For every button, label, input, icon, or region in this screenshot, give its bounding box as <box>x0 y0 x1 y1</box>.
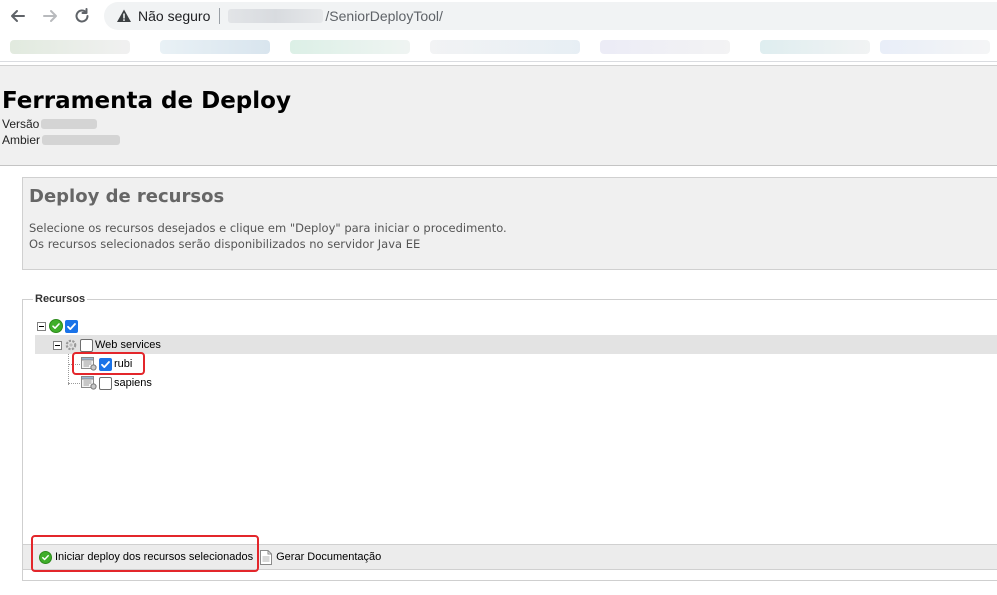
host-redacted <box>228 9 324 23</box>
deploy-info-panel: Deploy de recursos Selecione os recursos… <box>22 177 997 270</box>
resources-legend: Recursos <box>33 293 88 305</box>
version-label: Versão <box>2 117 40 131</box>
tree-node-root <box>37 317 78 335</box>
check-circle-icon <box>49 319 63 333</box>
browser-toolbar: Não seguro /SeniorDeployTool/ <box>0 0 997 32</box>
url-path[interactable]: /SeniorDeployTool/ <box>325 8 443 24</box>
security-status[interactable]: Não seguro <box>138 8 210 24</box>
tree-node-sapiens[interactable]: sapiens <box>81 374 152 392</box>
tree-guide <box>68 383 80 384</box>
arrow-right-icon <box>43 10 57 22</box>
gear-icon <box>65 339 77 351</box>
panel-description-line1: Selecione os recursos desejados e clique… <box>29 221 507 235</box>
document-icon <box>260 549 273 565</box>
version-redacted <box>41 119 98 129</box>
collapse-toggle[interactable] <box>53 340 62 350</box>
page-title: Ferramenta de Deploy <box>2 88 291 114</box>
bookmarks-bar <box>0 32 997 62</box>
bookmark-redacted[interactable] <box>10 40 130 54</box>
environment-label: Ambier <box>2 133 41 147</box>
back-button[interactable] <box>6 4 30 28</box>
bookmark-redacted[interactable] <box>430 40 580 54</box>
sapiens-label: sapiens <box>114 377 152 389</box>
bookmark-redacted[interactable] <box>160 40 270 54</box>
resources-fieldset: Recursos Web services rubi sapiens Inici… <box>22 293 997 581</box>
address-bar[interactable]: Não seguro /SeniorDeployTool/ <box>104 2 997 30</box>
web-service-icon <box>81 376 97 390</box>
generate-docs-label: Gerar Documentação <box>276 551 382 563</box>
reload-button[interactable] <box>70 4 94 28</box>
bookmark-redacted[interactable] <box>600 40 730 54</box>
panel-description-line2: Os recursos selecionados serão disponibi… <box>29 237 421 251</box>
deploy-button-highlight-annotation <box>31 535 259 572</box>
rubi-highlight-annotation <box>72 352 145 375</box>
tree-guide <box>68 352 69 385</box>
collapse-toggle[interactable] <box>37 321 46 331</box>
reload-icon <box>75 8 89 23</box>
address-separator <box>219 8 221 24</box>
environment-line: Ambier <box>2 133 121 147</box>
web-services-checkbox[interactable] <box>80 338 93 352</box>
tree-row-selected <box>35 335 997 354</box>
version-line: Versão <box>2 117 98 131</box>
checkmark-icon <box>67 322 76 330</box>
page-header: Ferramenta de Deploy Versão Ambier <box>0 65 997 166</box>
bookmark-redacted[interactable] <box>760 40 870 54</box>
web-services-label: Web services <box>95 339 161 351</box>
arrow-left-icon <box>11 10 25 22</box>
bookmark-redacted[interactable] <box>290 40 410 54</box>
warning-icon[interactable] <box>116 8 132 24</box>
generate-docs-button[interactable]: Gerar Documentação <box>260 546 381 568</box>
sapiens-checkbox[interactable] <box>99 376 112 390</box>
bookmark-redacted[interactable] <box>880 40 990 54</box>
panel-title: Deploy de recursos <box>29 186 225 207</box>
environment-redacted <box>42 135 121 145</box>
forward-button[interactable] <box>38 4 62 28</box>
root-checkbox[interactable] <box>65 319 78 333</box>
